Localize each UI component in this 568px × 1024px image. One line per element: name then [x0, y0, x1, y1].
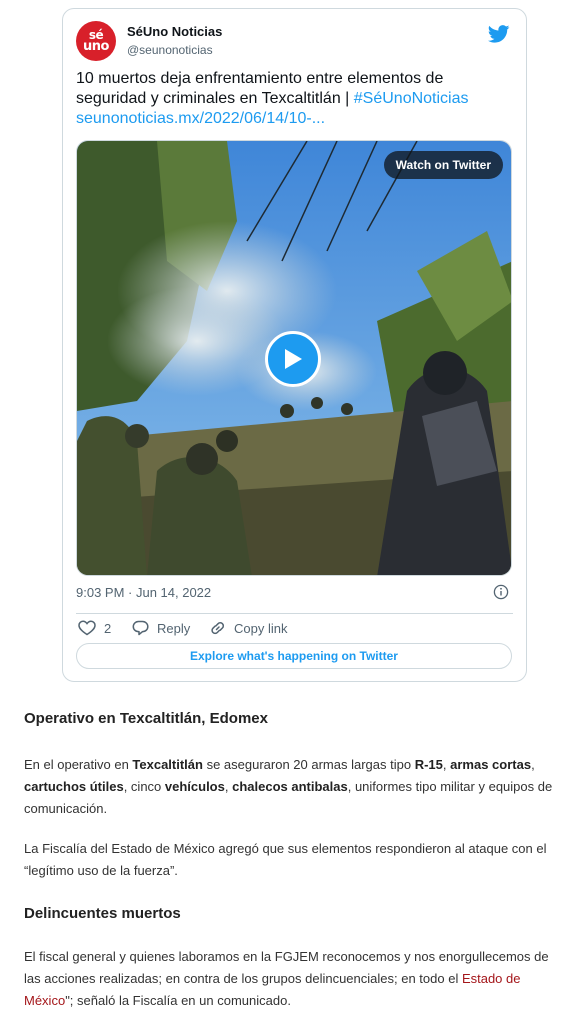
embedded-tweet: sé uno SéUno Noticias @seunonoticias 10 …	[62, 8, 527, 682]
like-count: 2	[104, 620, 112, 636]
like-button[interactable]: 2	[78, 618, 111, 638]
bold-text: cartuchos útiles	[24, 779, 124, 794]
bold-text: armas cortas	[450, 757, 532, 772]
text-run: ,	[224, 779, 233, 794]
author-name[interactable]: SéUno Noticias	[127, 24, 222, 39]
paragraph-fiscalia: La Fiscalía del Estado de México agregó …	[24, 841, 547, 878]
explore-twitter-button[interactable]: Explore what's happening on Twitter	[76, 643, 512, 669]
text-run: ,	[531, 757, 535, 772]
reply-icon	[132, 620, 149, 636]
bold-text: R-15	[414, 757, 443, 772]
watch-on-twitter-button[interactable]: Watch on Twitter	[383, 151, 503, 179]
video-thumbnail[interactable]: Watch on Twitter	[76, 140, 512, 576]
bold-text: vehículos	[164, 779, 225, 794]
hashtag-link[interactable]: #SéUnoNoticias	[354, 90, 469, 107]
play-icon	[285, 349, 302, 369]
tweet-url-link[interactable]: seunonoticias.mx/2022/06/14/10-...	[76, 110, 325, 127]
play-button[interactable]	[265, 331, 321, 387]
bold-text: chalecos antibalas	[232, 779, 348, 794]
reply-button[interactable]: Reply	[132, 618, 190, 638]
copy-link-label: Copy link	[234, 620, 288, 636]
section-heading-operativo: Operativo en Texcaltitlán, Edomex	[24, 710, 268, 727]
text-run: En el operativo en	[24, 757, 133, 772]
heart-icon	[78, 620, 96, 636]
tweet-text: 10 muertos deja enfrentamiento entre ele…	[76, 69, 516, 129]
divider	[76, 613, 513, 614]
avatar[interactable]: sé uno	[76, 21, 116, 61]
paragraph-operativo: En el operativo en Texcaltitlán se asegu…	[24, 754, 558, 820]
section-heading-delincuentes: Delincuentes muertos	[24, 905, 181, 922]
avatar-text-bottom: uno	[83, 38, 109, 54]
info-icon[interactable]	[493, 584, 509, 600]
link-icon	[211, 622, 225, 635]
copy-link-button[interactable]: Copy link	[209, 618, 287, 638]
text-run: se aseguraron 20 armas largas tipo	[202, 757, 415, 772]
twitter-bird-icon[interactable]	[488, 25, 510, 43]
texcaltitlan-link[interactable]: Texcaltitlán	[132, 757, 203, 772]
tweet-timestamp[interactable]: 9:03 PM · Jun 14, 2022	[76, 585, 211, 600]
tweet-header: sé uno SéUno Noticias @seunonoticias	[76, 21, 513, 71]
text-run: "; señaló la Fiscalía en un comunicado.	[65, 993, 291, 1008]
text-run: , cinco	[123, 779, 165, 794]
reply-label: Reply	[157, 620, 191, 636]
author-handle[interactable]: @seunonoticias	[127, 43, 213, 57]
paragraph-fiscal-general: El fiscal general y quienes laboramos en…	[24, 946, 558, 1012]
